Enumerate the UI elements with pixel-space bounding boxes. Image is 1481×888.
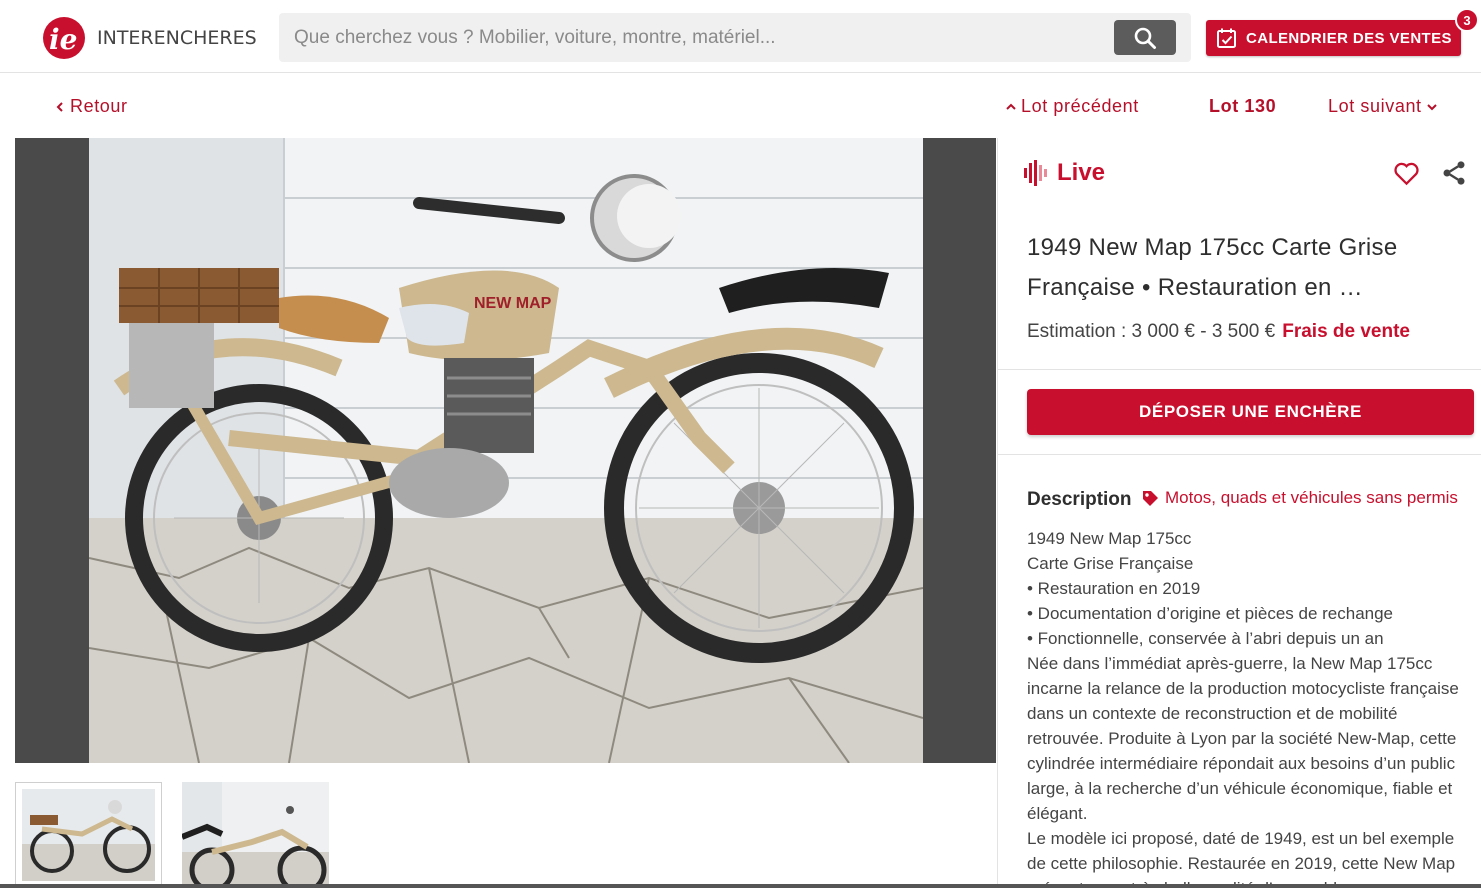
thumbnail-1[interactable] [15,782,162,888]
calendar-count-badge: 3 [1455,8,1479,32]
lot-title: 1949 New Map 175cc Carte Grise Française… [1027,234,1398,301]
chevron-down-icon [1426,103,1437,110]
back-link[interactable]: Retour [54,96,128,117]
divider [998,369,1481,370]
lot-details-panel: Live 1949 New Map 175cc Carte Grise Fran… [997,138,1481,888]
chevron-up-icon [1006,103,1016,110]
previous-lot-label: Lot précédent [1021,96,1139,116]
tag-icon [1143,490,1158,506]
category-label: Motos, quads et véhicules sans permis [1165,488,1458,507]
thumbnail-photo-1 [22,789,155,881]
live-indicator: Live [1024,159,1105,187]
description-paragraph: Le modèle ici proposé, daté de 1949, est… [1027,829,1456,888]
svg-text:ie: ie [49,23,77,56]
thumbnail-photo-2 [182,782,329,888]
description-line: 1949 New Map 175cc [1027,529,1192,548]
description-line: • Restauration en 2019 [1027,579,1201,598]
heart-icon[interactable] [1393,160,1420,187]
next-lot-label: Lot suivant [1328,96,1422,116]
category-link[interactable]: Motos, quads et véhicules sans permis [1142,488,1458,508]
description-heading: Description [1027,489,1132,510]
description-line: • Documentation d’origine et pièces de r… [1027,604,1394,623]
calendar-button[interactable]: CALENDRIER DES VENTES [1206,20,1461,56]
next-lot-link[interactable]: Lot suivant [1328,96,1439,117]
search-bar [279,13,1191,62]
thumbnail-2[interactable] [182,782,329,888]
lot-number: Lot 130 [1209,96,1277,116]
live-waveform-icon [1024,160,1047,186]
lot-navigation: Retour Lot précédent Lot 130 Lot suivant [0,73,1481,138]
search-icon [1134,27,1156,49]
share-icon[interactable] [1440,159,1468,187]
back-link-label: Retour [70,96,128,116]
calendar-icon [1217,28,1236,48]
chevron-left-icon [56,101,63,112]
window-bottom-edge [0,884,1481,888]
live-label: Live [1057,159,1106,186]
image-viewer[interactable]: NEW MAP [15,138,996,763]
place-bid-button[interactable]: DÉPOSER UNE ENCHÈRE [1027,389,1474,435]
motorcycle-photo[interactable]: NEW MAP [89,138,923,763]
logo-mark-icon: ie [43,17,85,59]
description-line: • Fonctionnelle, conservée à l’abri depu… [1027,629,1384,648]
description-paragraph: Née dans l’immédiat après-guerre, la New… [1027,654,1459,823]
search-input[interactable] [279,13,1099,62]
svg-text:NEW MAP: NEW MAP [474,295,552,312]
calendar-button-label: CALENDRIER DES VENTES [1246,29,1452,47]
description-line: Carte Grise Française [1027,554,1194,573]
divider [998,454,1481,455]
previous-lot-link[interactable]: Lot précédent [1004,96,1139,117]
site-logo[interactable]: ie INTERENCHERES [41,16,257,59]
estimation-value: Estimation : 3 000 € - 3 500 € [1027,321,1276,342]
description-text: 1949 New Map 175cc Carte Grise Française… [1027,526,1475,888]
sales-fees-link[interactable]: Frais de vente [1282,321,1410,342]
logo-text: INTERENCHERES [97,26,257,49]
estimation: Estimation : 3 000 € - 3 500 € Frais de v… [1027,321,1410,343]
site-header: ie INTERENCHERES CALENDRIER DES VENTES 3 [0,0,1481,73]
search-button[interactable] [1114,20,1176,55]
